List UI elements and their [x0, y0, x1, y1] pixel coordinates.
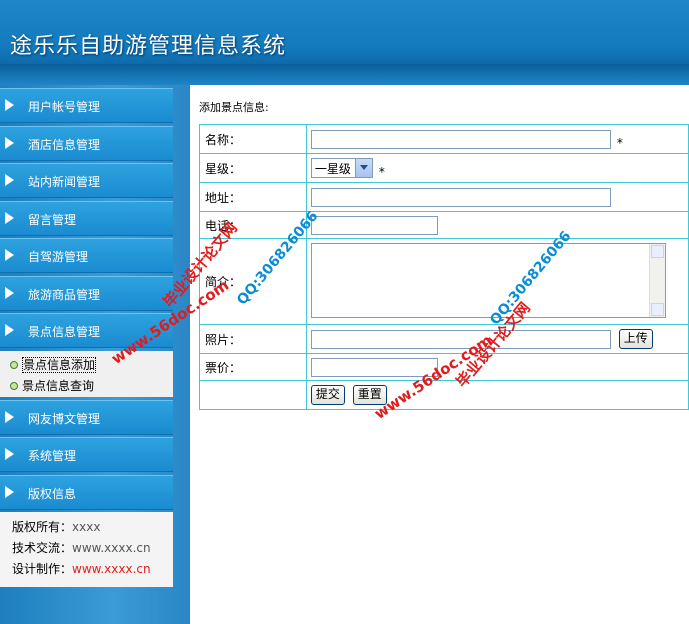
price-input[interactable]	[310, 357, 438, 377]
field-cell: 提交 重置	[305, 380, 689, 410]
sidebar-item-self-drive[interactable]: 自驾游管理	[0, 238, 173, 273]
bullet-icon	[10, 382, 18, 390]
form-row-actions: 提交 重置	[199, 380, 689, 410]
field-cell: 一星级 *	[305, 153, 689, 183]
arrow-right-icon	[5, 485, 14, 498]
scrollbar[interactable]	[648, 243, 665, 317]
required-mark: *	[616, 136, 623, 150]
info-label: 技术交流：	[12, 541, 73, 555]
field-cell	[305, 238, 689, 325]
field-label: 简介：	[199, 238, 307, 325]
phone-input[interactable]	[310, 215, 438, 235]
intro-textarea[interactable]	[310, 242, 666, 318]
sidebar-item-label: 用户帐号管理	[28, 100, 101, 114]
address-input[interactable]	[310, 187, 611, 207]
info-row-design: 设计制作：www.xxxx.cn	[12, 560, 151, 577]
sidebar-item-attractions[interactable]: 景点信息管理	[0, 313, 173, 348]
sidebar-item-label: 版权信息	[28, 486, 77, 501]
submit-button[interactable]: 提交	[310, 385, 345, 405]
submenu-item-label: 景点信息添加	[22, 356, 97, 373]
form-row-phone: 电话：	[199, 211, 689, 239]
arrow-right-icon	[5, 448, 14, 460]
scroll-down-icon[interactable]	[650, 302, 664, 316]
arrow-right-icon	[5, 136, 14, 149]
attraction-form: 名称： * 星级： 一星级 * 地址： 电话： 简介： 照片： 上传 票价： 提交…	[199, 124, 689, 410]
sidebar-item-label: 景点信息管理	[28, 325, 101, 339]
header-banner: 途乐乐自助游管理信息系统	[0, 0, 689, 85]
info-row-owner: 版权所有：xxxx	[12, 518, 100, 535]
field-cell	[305, 182, 689, 212]
sidebar: 用户帐号管理 酒店信息管理 站内新闻管理 留言管理 自驾游管理 旅游商品管理 景…	[0, 85, 190, 624]
info-label: 版权所有：	[12, 520, 73, 534]
sidebar-item-copyright[interactable]: 版权信息	[0, 474, 173, 510]
form-row-address: 地址：	[199, 182, 689, 212]
arrow-right-icon	[5, 174, 14, 186]
sidebar-item-blogs[interactable]: 网友博文管理	[0, 399, 173, 435]
sidebar-item-products[interactable]: 旅游商品管理	[0, 275, 173, 311]
arrow-right-icon	[5, 324, 14, 336]
arrow-right-icon	[5, 410, 14, 423]
required-mark: *	[378, 165, 385, 179]
submenu-item-query-attraction[interactable]: 景点信息查询	[10, 377, 94, 395]
attractions-submenu: 景点信息添加 景点信息查询	[0, 350, 173, 397]
form-row-star: 星级： 一星级 *	[199, 153, 689, 183]
upload-button[interactable]: 上传	[618, 329, 653, 349]
sidebar-menu: 用户帐号管理 酒店信息管理 站内新闻管理 留言管理 自驾游管理 旅游商品管理 景…	[0, 88, 173, 587]
field-label: 电话：	[199, 211, 307, 239]
info-value: www.xxxx.cn	[72, 562, 151, 576]
field-cell: 上传	[305, 324, 689, 354]
reset-button[interactable]: 重置	[352, 385, 387, 405]
form-row-price: 票价：	[199, 353, 689, 381]
app-title: 途乐乐自助游管理信息系统	[10, 34, 287, 59]
field-label: 星级：	[199, 153, 307, 183]
submenu-item-add-attraction[interactable]: 景点信息添加	[10, 356, 97, 374]
info-label: 设计制作：	[12, 562, 73, 576]
scroll-up-icon[interactable]	[650, 244, 664, 258]
form-row-name: 名称： *	[199, 124, 689, 154]
field-label: 照片：	[199, 324, 307, 354]
sidebar-item-system[interactable]: 系统管理	[0, 437, 173, 472]
sidebar-item-label: 站内新闻管理	[28, 175, 101, 189]
arrow-right-icon	[5, 286, 14, 299]
field-cell	[305, 211, 689, 239]
sidebar-item-label: 自驾游管理	[28, 250, 89, 264]
info-value: xxxx	[72, 520, 101, 534]
info-row-tech: 技术交流：www.xxxx.cn	[12, 539, 151, 556]
bullet-icon	[10, 361, 18, 369]
arrow-right-icon	[5, 99, 14, 111]
arrow-right-icon	[5, 211, 14, 224]
field-label: 名称：	[199, 124, 307, 154]
empty-cell	[199, 380, 307, 410]
form-row-intro: 简介：	[199, 238, 689, 325]
page-title: 添加景点信息:	[199, 101, 269, 114]
sidebar-item-user-accounts[interactable]: 用户帐号管理	[0, 88, 173, 123]
sidebar-item-news[interactable]: 站内新闻管理	[0, 163, 173, 198]
star-select[interactable]: 一星级	[310, 158, 373, 178]
arrow-right-icon	[5, 249, 14, 261]
copyright-info: 版权所有：xxxx 技术交流：www.xxxx.cn 设计制作：www.xxxx…	[0, 512, 173, 587]
sidebar-item-label: 留言管理	[28, 212, 77, 227]
field-label: 票价：	[199, 353, 307, 381]
chevron-down-icon[interactable]	[354, 159, 372, 177]
sidebar-item-hotels[interactable]: 酒店信息管理	[0, 125, 173, 161]
photo-input[interactable]	[310, 329, 611, 349]
field-cell: *	[305, 124, 689, 154]
sidebar-item-label: 旅游商品管理	[28, 287, 101, 302]
info-value: www.xxxx.cn	[72, 541, 151, 555]
field-cell	[305, 353, 689, 381]
field-label: 地址：	[199, 182, 307, 212]
name-input[interactable]	[310, 129, 611, 149]
sidebar-item-messages[interactable]: 留言管理	[0, 200, 173, 236]
star-select-value: 一星级	[314, 162, 351, 176]
sidebar-item-label: 系统管理	[28, 449, 77, 463]
sidebar-item-label: 酒店信息管理	[28, 137, 101, 152]
sidebar-item-label: 网友博文管理	[28, 411, 101, 426]
form-row-photo: 照片： 上传	[199, 324, 689, 354]
submenu-item-label: 景点信息查询	[22, 378, 95, 393]
